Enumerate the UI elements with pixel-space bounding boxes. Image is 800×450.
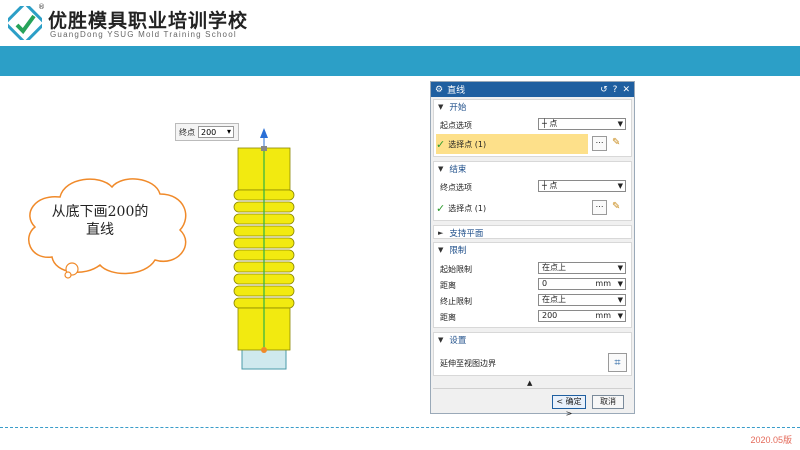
end-section: ▼ 结束 终点选项 ┼ 点 ▼ ✓ 选择点 (1) ⋯ ✎ [433, 161, 632, 221]
divider [433, 388, 632, 389]
chevron-down-icon: ▼ [617, 182, 623, 190]
ok-button[interactable]: < 确定 > [552, 395, 586, 418]
endpoint-value-field[interactable]: 200 [198, 126, 234, 138]
end-select-point-row[interactable]: ✓ 选择点 (1) [436, 198, 486, 218]
registered-mark: ® [38, 3, 45, 11]
chevron-down-icon: ▼ [617, 264, 623, 272]
limits-section-header[interactable]: ▼ 限制 [434, 243, 631, 256]
endpoint-label: 终点 [179, 127, 195, 137]
expand-icon: ► [438, 228, 444, 237]
support-plane-section[interactable]: ► 支持平面 [433, 225, 632, 239]
collapse-icon: ▼ [438, 164, 444, 173]
point-constructor-icon[interactable]: ✎ [612, 137, 620, 148]
end-limit-dropdown[interactable]: 在点上 ▼ [538, 294, 626, 306]
start-limit-dropdown[interactable]: 在点上 ▼ [538, 262, 626, 274]
point-dialog-button[interactable]: ⋯ [592, 136, 607, 151]
collapse-icon: ▼ [438, 335, 444, 344]
start-select-point-row[interactable]: ✓ 选择点 (1) [436, 134, 588, 154]
school-name: 优胜模具职业培训学校 [48, 10, 249, 32]
close-icon[interactable]: ✕ [622, 85, 630, 95]
callout-line-2: 直线 [86, 222, 114, 238]
distance2-input[interactable]: 200 mm ▼ [538, 310, 626, 322]
dialog-titlebar: ⚙ 直线 ↺ ? ✕ [431, 82, 634, 97]
collapse-icon: ▼ [438, 102, 444, 111]
extend-label: 延伸至视图边界 [440, 359, 496, 368]
start-section: ▼ 开始 起点选项 ┼ 点 ▼ ✓ 选择点 (1) ⋯ ✎ [433, 99, 632, 157]
collapse-icon: ▼ [438, 245, 444, 254]
distance1-unit: mm [595, 279, 611, 288]
line-dialog: ⚙ 直线 ↺ ? ✕ ▼ 开始 起点选项 ┼ 点 ▼ ✓ 选择点 (1) ⋯ ✎… [430, 81, 635, 418]
plus-point-icon: ┼ [542, 181, 547, 190]
plus-point-icon: ┼ [542, 119, 547, 128]
end-section-header[interactable]: ▼ 结束 [434, 162, 631, 175]
start-option-dropdown[interactable]: ┼ 点 ▼ [538, 118, 626, 130]
start-option-label: 起点选项 [440, 121, 472, 130]
extend-to-view-bounds-toggle[interactable]: ⌗ [608, 353, 627, 372]
cancel-button[interactable]: 取消 [592, 395, 624, 409]
check-icon: ✓ [436, 137, 446, 151]
chevron-down-icon: ▼ [617, 296, 623, 304]
distance2-unit: mm [595, 311, 611, 320]
header-band [0, 46, 800, 76]
support-plane-header[interactable]: ► 支持平面 [434, 226, 631, 239]
chevron-down-icon: ▼ [617, 120, 623, 128]
reset-icon[interactable]: ↺ [600, 85, 608, 95]
point-constructor-icon[interactable]: ✎ [612, 201, 620, 212]
help-icon[interactable]: ? [613, 85, 618, 95]
dialog-title: 直线 [447, 86, 466, 96]
distance2-label: 距离 [440, 313, 456, 322]
version-label: 2020.05版 [750, 435, 792, 445]
chevron-down-icon: ▼ [617, 312, 623, 320]
limits-section: ▼ 限制 起始限制 在点上 ▼ 距离 0 mm ▼ 终止限制 在点上 ▼ 距离 … [433, 242, 632, 328]
end-option-dropdown[interactable]: ┼ 点 ▼ [538, 180, 626, 192]
callout-line-1: 从底下画200的 [51, 204, 149, 220]
more-options-icon[interactable]: ▲ [527, 379, 532, 387]
end-option-label: 终点选项 [440, 183, 472, 192]
model-viewport[interactable] [168, 120, 308, 380]
callout-text: 从底下画200的 直线 [50, 203, 150, 239]
settings-section-header[interactable]: ▼ 设置 [434, 333, 631, 346]
start-section-header[interactable]: ▼ 开始 [434, 100, 631, 113]
distance1-label: 距离 [440, 281, 456, 290]
chevron-down-icon: ▼ [617, 280, 623, 288]
endpoint-input-popup[interactable]: 终点 200 [175, 123, 239, 141]
gear-icon[interactable]: ⚙ [435, 85, 443, 95]
distance1-input[interactable]: 0 mm ▼ [538, 278, 626, 290]
footer-divider [0, 427, 800, 428]
settings-section: ▼ 设置 延伸至视图边界 ⌗ [433, 332, 632, 376]
check-icon: ✓ [436, 201, 446, 215]
end-limit-label: 终止限制 [440, 297, 472, 306]
header: ® 优胜模具职业培训学校 GuangDong YSUG Mold Trainin… [0, 0, 800, 46]
start-limit-label: 起始限制 [440, 265, 472, 274]
point-dialog-button[interactable]: ⋯ [592, 200, 607, 215]
school-name-english: GuangDong YSUG Mold Training School [50, 30, 237, 39]
school-logo [8, 6, 42, 40]
